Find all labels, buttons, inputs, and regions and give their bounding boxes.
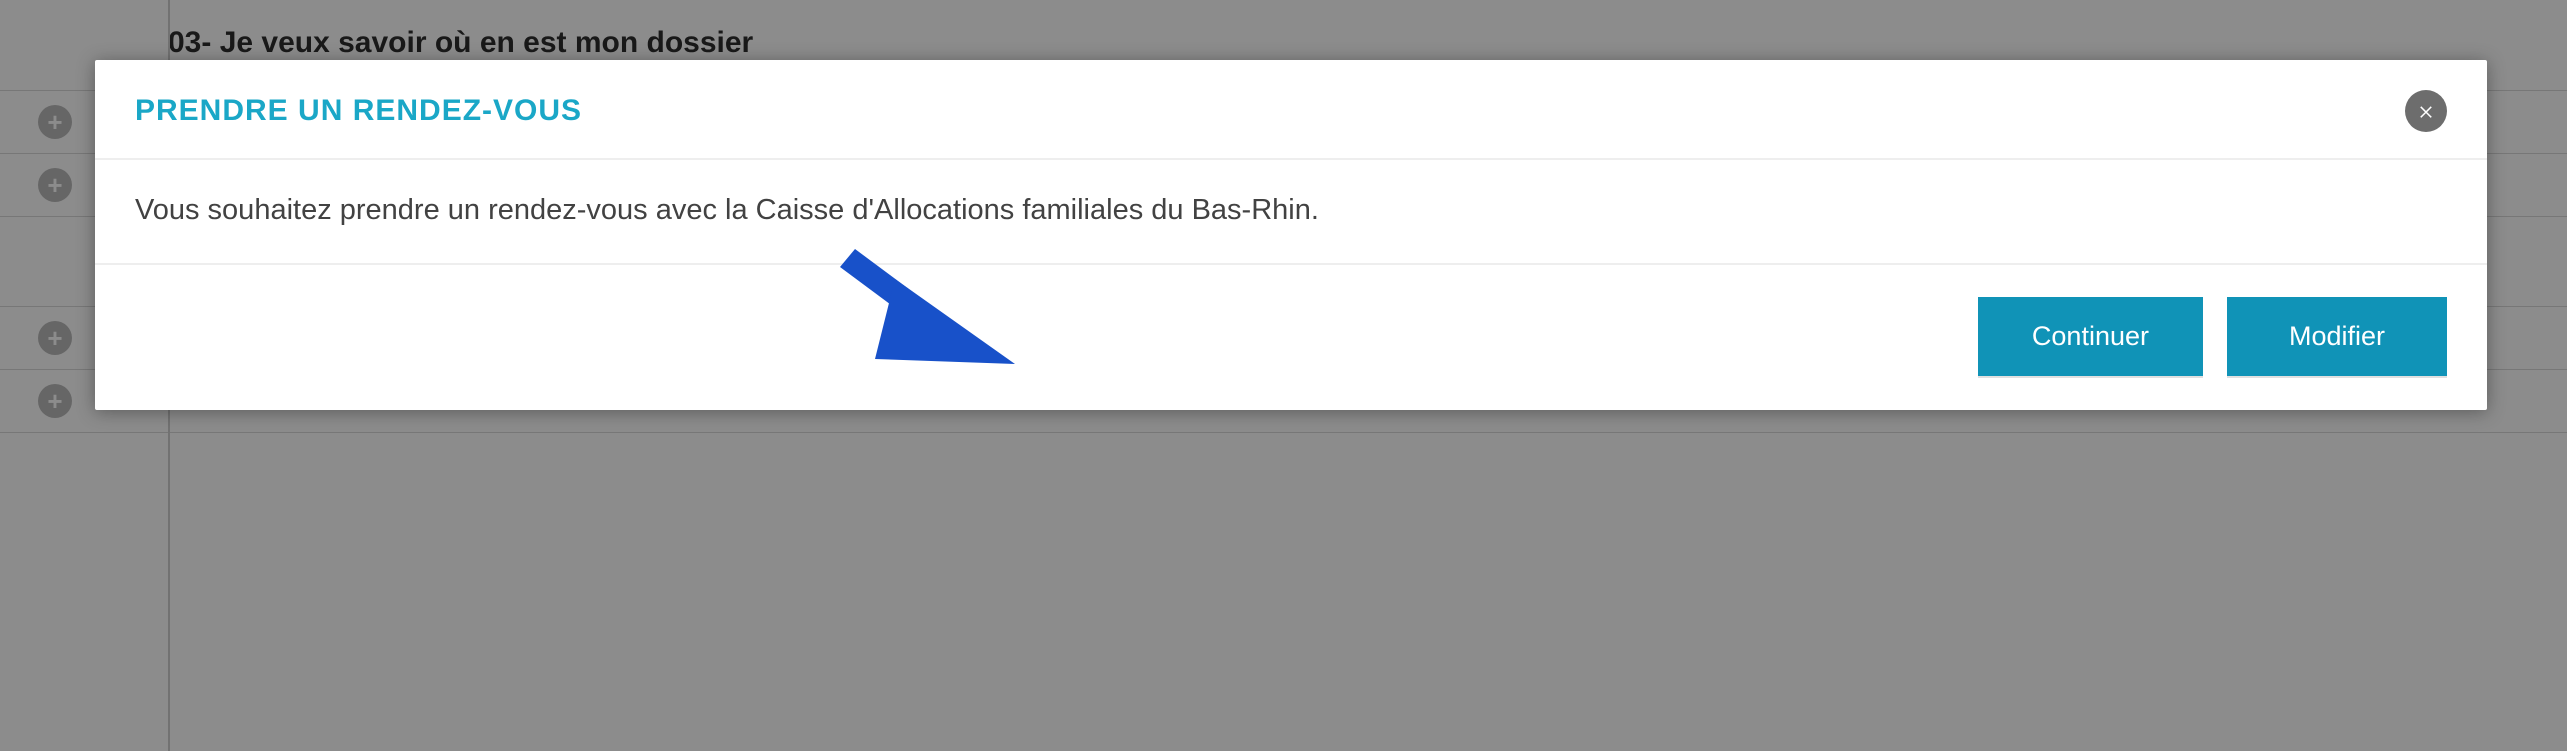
modal-title: PRENDRE UN RENDEZ-VOUS: [135, 94, 582, 128]
plus-icon: +: [38, 321, 72, 355]
modal-header: PRENDRE UN RENDEZ-VOUS: [95, 60, 2487, 160]
close-button[interactable]: [2405, 90, 2447, 132]
modify-button[interactable]: Modifier: [2227, 297, 2447, 376]
plus-icon: +: [38, 384, 72, 418]
background-heading: 03- Je veux savoir où en est mon dossier: [168, 26, 753, 60]
continue-button[interactable]: Continuer: [1978, 297, 2203, 376]
plus-icon: +: [38, 168, 72, 202]
modal-body-text: Vous souhaitez prendre un rendez-vous av…: [95, 160, 2487, 265]
modal-footer: Continuer Modifier: [95, 265, 2487, 410]
plus-icon: +: [38, 105, 72, 139]
appointment-modal: PRENDRE UN RENDEZ-VOUS Vous souhaitez pr…: [95, 60, 2487, 410]
close-icon: [2417, 102, 2435, 120]
